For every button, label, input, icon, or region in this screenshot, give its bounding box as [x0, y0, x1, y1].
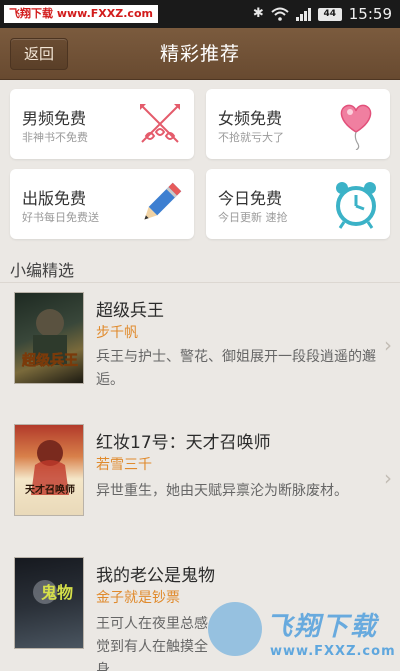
title-bar: 返回 精彩推荐 [0, 28, 400, 80]
clock-time: 15:59 [348, 5, 392, 23]
section-title: 小编精选 [10, 261, 75, 280]
book-cover: 天才召唤师 [14, 424, 84, 516]
chevron-right-icon: › [384, 333, 392, 357]
book-author: 金子就是钞票 [96, 590, 180, 606]
category-card-published[interactable]: 出版免费 好书每日免费送 [10, 169, 194, 239]
category-card-today[interactable]: 今日免费 今日更新 速抢 [206, 169, 390, 239]
category-subtitle: 好书每日免费送 [22, 211, 99, 224]
status-icons: ✱ 44 15:59 [253, 4, 392, 24]
category-title: 男频免费 [22, 109, 87, 128]
category-card-female[interactable]: 女频免费 不抢就亏大了 [206, 89, 390, 159]
book-author: 若雪三千 [96, 457, 152, 473]
category-title: 女频免费 [218, 109, 283, 128]
category-card-male[interactable]: 男频免费 非神书不免费 [10, 89, 194, 159]
alarm-clock-icon [336, 182, 376, 229]
watermark-url: www.FXXZ.com [270, 644, 396, 659]
book-description: 王可人在夜里总感觉到有人在触摸全身 [96, 616, 208, 671]
cover-title: 天才召唤师 [25, 483, 75, 496]
bluetooth-icon: ✱ [252, 6, 264, 21]
category-subtitle: 非神书不免费 [22, 131, 88, 144]
watermark-top: 飞翔下载 www.FXXZ.com [4, 5, 158, 23]
pencil-icon [144, 182, 182, 220]
cover-title: 超级兵王 [21, 352, 78, 369]
book-description: 兵王与护士、警花、御姐展开一段段逍遥的邂逅。 [96, 349, 376, 388]
book-cover: 超级兵王 [14, 292, 84, 384]
wifi-icon [271, 7, 289, 21]
book-title: 我的老公是鬼物 [96, 566, 215, 586]
book-description: 异世重生，她由天赋异禀沦为断脉废材。 [96, 483, 348, 499]
category-subtitle: 不抢就亏大了 [218, 131, 284, 144]
signal-icon [295, 7, 311, 21]
category-title: 今日免费 [218, 189, 283, 208]
book-author: 步千帆 [96, 325, 138, 341]
book-cover: 鬼物 [14, 557, 84, 649]
watermark-logo: 飞翔下载 www.FXXZ.com [208, 598, 400, 671]
category-title: 出版免费 [22, 189, 87, 208]
chevron-right-icon: › [384, 466, 392, 490]
back-button[interactable]: 返回 [10, 38, 68, 70]
category-subtitle: 今日更新 速抢 [218, 211, 288, 224]
book-list-item[interactable]: 超级兵王 超级兵王 步千帆 兵王与护士、警花、御姐展开一段段逍遥的邂逅。 › [0, 283, 400, 411]
logo-icon [208, 602, 262, 656]
crossed-arrows-icon [140, 104, 180, 143]
book-title: 红妆17号：天才召唤师 [96, 433, 271, 453]
battery-icon: 44 [317, 7, 342, 21]
book-title: 超级兵王 [96, 301, 164, 321]
heart-balloon-icon [340, 104, 372, 150]
book-list-item[interactable]: 天才召唤师 红妆17号：天才召唤师 若雪三千 异世重生，她由天赋异禀沦为断脉废材… [0, 411, 400, 539]
watermark-text: 飞翔下载 [266, 612, 379, 642]
cover-title: 鬼物 [41, 583, 73, 602]
status-bar: 飞翔下载 www.FXXZ.com ✱ 44 15:59 [0, 0, 400, 28]
